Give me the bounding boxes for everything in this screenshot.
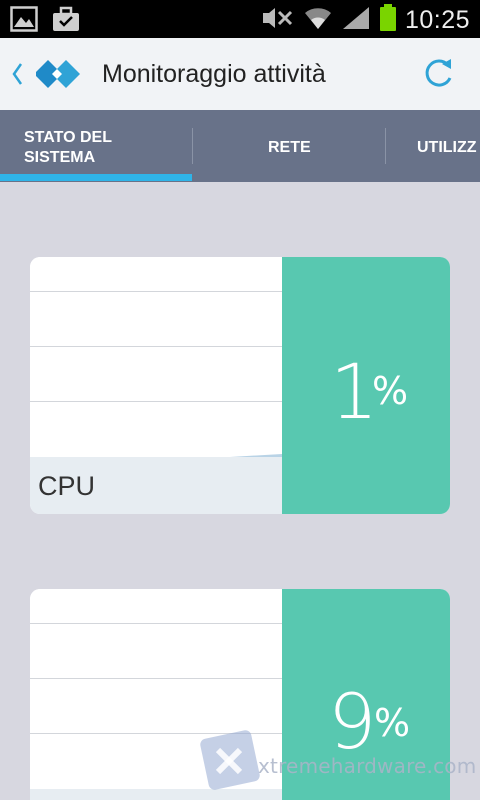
page-title: Monitoraggio attività <box>102 60 326 88</box>
watermark: xtremehardware.com <box>196 724 476 800</box>
watermark-logo-icon <box>200 730 260 790</box>
selected-tab-indicator <box>0 174 192 181</box>
clock: 10:25 <box>404 6 470 34</box>
tab-label-line2: SISTEMA <box>24 149 96 166</box>
mute-icon <box>261 5 295 36</box>
cpu-usage-graph <box>30 257 282 459</box>
back-chevron-icon[interactable] <box>6 58 28 90</box>
card-label: CPU <box>38 471 96 501</box>
card-label-bar: CPU <box>30 457 282 514</box>
refresh-icon[interactable] <box>418 54 458 94</box>
graph-gridline <box>30 291 282 292</box>
tab-rete[interactable]: RETE <box>268 138 311 182</box>
cpu-card[interactable]: CPU 1 % <box>30 257 450 514</box>
cpu-value-unit: % <box>372 369 409 413</box>
tab-divider <box>192 128 193 164</box>
tab-bar: STATO DEL SISTEMA RETE UTILIZZ <box>0 110 480 182</box>
gallery-icon <box>10 6 38 37</box>
status-bar: 10:25 <box>0 0 480 38</box>
tab-divider <box>385 128 386 164</box>
app-logo-icon[interactable] <box>34 58 82 90</box>
wifi-icon <box>303 5 333 36</box>
tab-label-line1: STATO DEL <box>24 129 112 146</box>
battery-icon <box>379 4 397 37</box>
graph-gridline <box>30 623 282 624</box>
tab-label: UTILIZZ <box>417 139 477 156</box>
action-bar: Monitoraggio attività <box>0 38 480 110</box>
cpu-value-panel: 1 % <box>282 257 450 514</box>
graph-gridline <box>30 346 282 347</box>
tab-label: RETE <box>268 139 311 156</box>
watermark-text: xtremehardware.com <box>258 754 477 778</box>
graph-gridline <box>30 401 282 402</box>
briefcase-icon <box>52 6 80 37</box>
signal-icon <box>341 5 371 36</box>
graph-gridline <box>30 678 282 679</box>
tab-utilizzo[interactable]: UTILIZZ <box>417 138 477 182</box>
